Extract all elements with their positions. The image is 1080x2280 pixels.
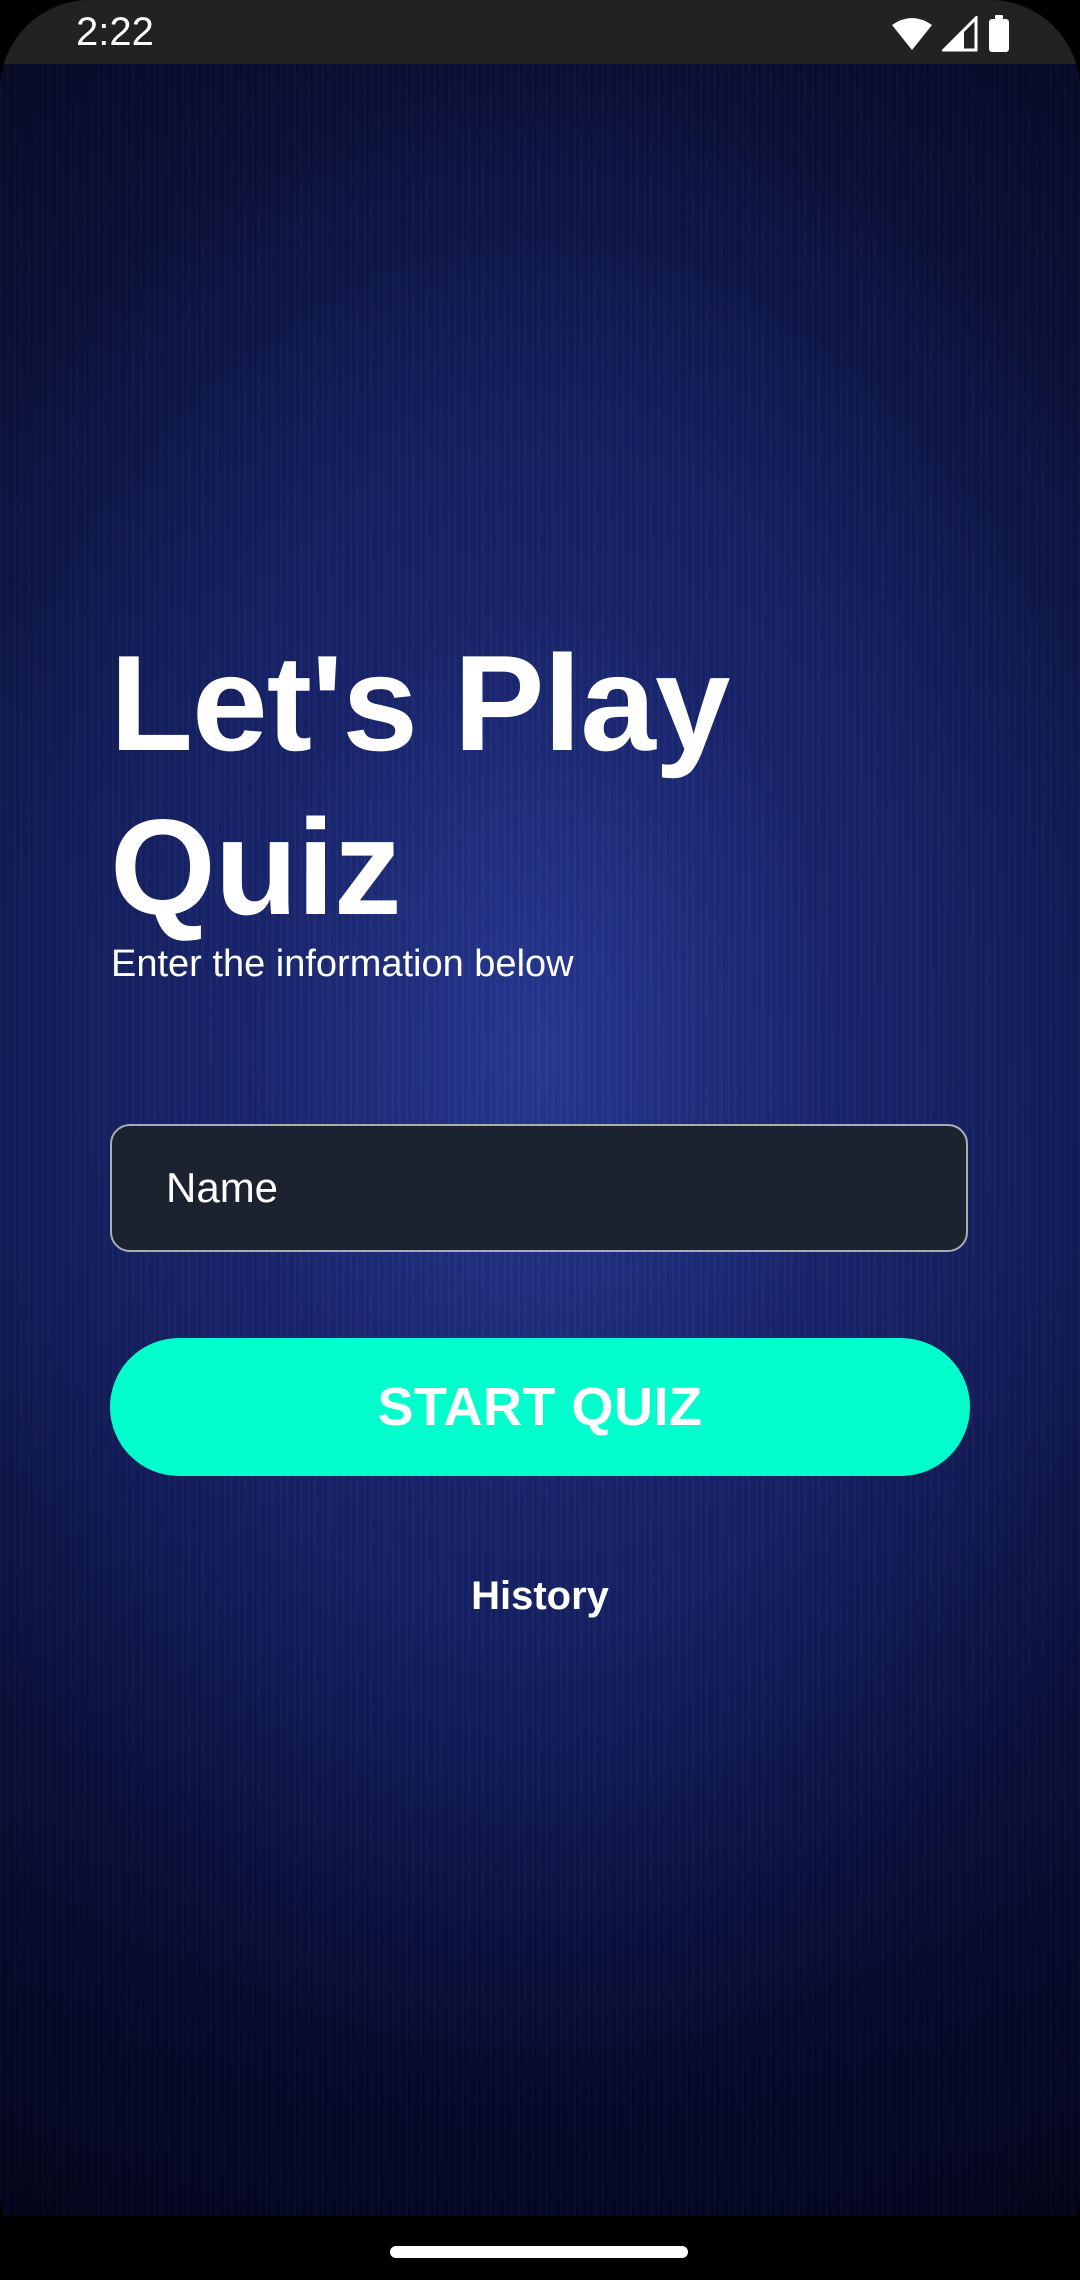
page-subtitle: Enter the information below xyxy=(111,943,574,985)
page-title: Let's Play Quiz xyxy=(110,627,731,943)
home-handle[interactable] xyxy=(390,2246,688,2258)
status-time: 2:22 xyxy=(76,10,154,54)
history-link[interactable]: History xyxy=(340,1570,740,1622)
status-bar: 2:22 xyxy=(0,0,1080,64)
status-icons xyxy=(892,14,1010,54)
start-quiz-button[interactable]: START QUIZ xyxy=(110,1338,970,1476)
battery-icon xyxy=(988,15,1010,53)
cellular-signal-icon xyxy=(942,16,978,52)
name-input[interactable] xyxy=(166,1126,926,1250)
phone-screen: 2:22 Let's Play Quiz Enter the informati… xyxy=(0,0,1080,2280)
name-field[interactable] xyxy=(110,1124,968,1252)
wifi-icon xyxy=(892,17,932,51)
quiz-start-screen: Let's Play Quiz Enter the information be… xyxy=(0,64,1080,2216)
gesture-nav-bar xyxy=(0,2216,1080,2280)
